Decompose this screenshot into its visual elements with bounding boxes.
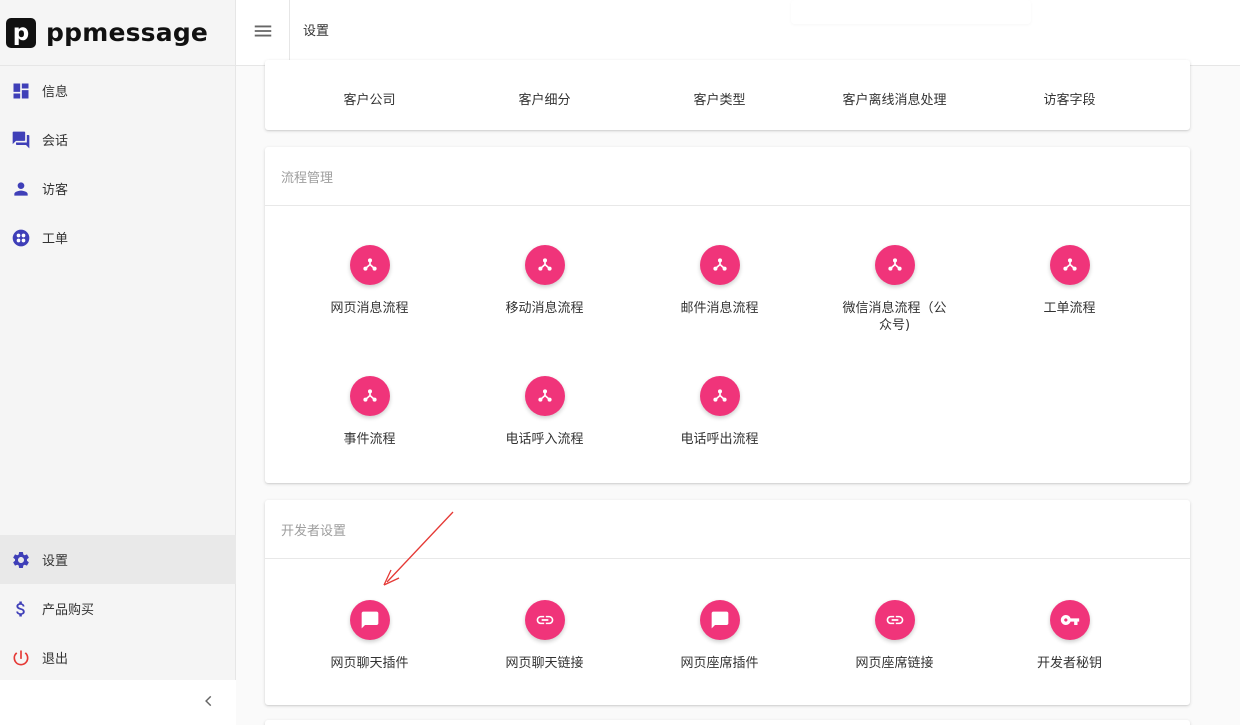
sidebar-item-visitors[interactable]: 访客 bbox=[0, 164, 236, 213]
logo-mark: p bbox=[6, 17, 36, 48]
flow-icon-button bbox=[699, 245, 740, 285]
flow-icon bbox=[887, 258, 902, 271]
sidebar-nav-bottom: 设置 产品购买 退出 bbox=[0, 535, 236, 682]
gear-icon bbox=[10, 549, 32, 571]
flow-item[interactable]: 电话呼出流程 bbox=[632, 376, 807, 448]
flow-icon bbox=[1062, 258, 1077, 271]
card-title: 流程管理 bbox=[265, 147, 1190, 206]
customer-segment-link[interactable]: 客户细分 bbox=[457, 89, 632, 108]
flow-icon bbox=[362, 258, 377, 271]
header-search-area[interactable] bbox=[791, 0, 1031, 24]
header-divider bbox=[289, 0, 290, 66]
flow-icon-button bbox=[699, 376, 740, 416]
flow-icon-button bbox=[1049, 245, 1090, 285]
customer-settings-row: 客户公司 客户细分 客户类型 客户离线消息处理 访客字段 bbox=[265, 75, 1190, 119]
flow-item[interactable]: 事件流程 bbox=[282, 376, 457, 448]
sidebar-item-label: 工单 bbox=[42, 232, 69, 247]
person-icon bbox=[10, 178, 32, 200]
link-icon bbox=[886, 615, 903, 625]
sidebar-item-label: 设置 bbox=[42, 554, 69, 569]
chevron-left-icon bbox=[202, 693, 216, 712]
web-chat-link-item[interactable]: 网页聊天链接 bbox=[457, 600, 632, 672]
logo-text: ppmessage bbox=[46, 18, 209, 47]
dev-item-label: 网页座席插件 bbox=[680, 656, 759, 671]
sidebar-item-workorders[interactable]: 工单 bbox=[0, 213, 236, 262]
flow-item-label: 邮件消息流程 bbox=[680, 301, 759, 316]
workorder-icon bbox=[10, 227, 32, 249]
offline-message-link[interactable]: 客户离线消息处理 bbox=[807, 89, 982, 108]
flow-icon-button bbox=[349, 376, 390, 416]
developer-key-item[interactable]: 开发者秘钥 bbox=[982, 600, 1157, 672]
flow-item[interactable]: 微信消息流程（公众号) bbox=[807, 245, 982, 334]
flow-icon bbox=[712, 389, 727, 402]
sidebar-item-conversations[interactable]: 会话 bbox=[0, 115, 236, 164]
next-settings-card bbox=[265, 720, 1190, 725]
key-icon-button bbox=[1049, 600, 1090, 640]
sidebar-item-label: 信息 bbox=[42, 85, 69, 100]
flow-icon-button bbox=[524, 245, 565, 285]
flow-icon-button bbox=[874, 245, 915, 285]
flow-item[interactable]: 工单流程 bbox=[982, 245, 1157, 317]
sidebar-item-label: 会话 bbox=[42, 134, 69, 149]
flow-icon-button bbox=[524, 376, 565, 416]
customer-type-link[interactable]: 客户类型 bbox=[632, 89, 807, 108]
flow-icon bbox=[362, 389, 377, 402]
customer-settings-card: 客户公司 客户细分 客户类型 客户离线消息处理 访客字段 bbox=[265, 60, 1190, 130]
sidebar-item-messages[interactable]: 信息 bbox=[0, 66, 236, 115]
link-icon bbox=[536, 615, 553, 625]
sidebar-item-label: 访客 bbox=[42, 183, 69, 198]
flow-icon bbox=[712, 258, 727, 271]
link-icon-button bbox=[524, 600, 565, 640]
flow-management-card: 流程管理 网页消息流程 移动消息流程 邮件消息流程 微信消息流程（公众号) 工单… bbox=[265, 147, 1190, 483]
sidebar-item-label: 退出 bbox=[42, 652, 69, 667]
flow-icon-button bbox=[349, 245, 390, 285]
dashboard-icon bbox=[10, 80, 32, 102]
dev-item-label: 网页聊天链接 bbox=[505, 656, 584, 671]
sidebar-item-label: 产品购买 bbox=[42, 603, 95, 618]
web-agent-link-item[interactable]: 网页座席链接 bbox=[807, 600, 982, 672]
dev-item-label: 网页聊天插件 bbox=[330, 656, 409, 671]
flow-item[interactable]: 移动消息流程 bbox=[457, 245, 632, 317]
flow-item-label: 网页消息流程 bbox=[330, 301, 409, 316]
flow-item-label: 微信消息流程（公众号) bbox=[842, 301, 947, 333]
dollar-icon bbox=[10, 598, 32, 620]
developer-settings-card: 开发者设置 网页聊天插件 网页聊天链接 网页座席插件 网页座席链接 开发者秘钥 bbox=[265, 500, 1190, 705]
web-chat-plugin-item[interactable]: 网页聊天插件 bbox=[282, 600, 457, 672]
chat-icon-button bbox=[699, 600, 740, 640]
flow-icon bbox=[537, 258, 552, 271]
dev-item-label: 开发者秘钥 bbox=[1036, 656, 1102, 671]
web-agent-plugin-item[interactable]: 网页座席插件 bbox=[632, 600, 807, 672]
sidebar-item-settings[interactable]: 设置 bbox=[0, 535, 236, 584]
chat-icon bbox=[711, 611, 728, 629]
flow-item-label: 事件流程 bbox=[343, 432, 396, 447]
dev-item-label: 网页座席链接 bbox=[855, 656, 934, 671]
chat-icon-button bbox=[349, 600, 390, 640]
menu-icon bbox=[252, 25, 274, 46]
flow-item-label: 移动消息流程 bbox=[505, 301, 584, 316]
top-header: 设置 bbox=[236, 0, 1240, 66]
flow-icon bbox=[537, 389, 552, 402]
sidebar-nav-top: 信息 会话 访客 工单 bbox=[0, 66, 236, 262]
card-title: 开发者设置 bbox=[265, 500, 1190, 559]
flow-item[interactable]: 电话呼入流程 bbox=[457, 376, 632, 448]
flow-item[interactable]: 网页消息流程 bbox=[282, 245, 457, 317]
key-icon bbox=[1060, 615, 1079, 625]
link-icon-button bbox=[874, 600, 915, 640]
sidebar-item-purchase[interactable]: 产品购买 bbox=[0, 584, 236, 633]
chat-icon bbox=[361, 611, 378, 629]
flow-item-label: 电话呼出流程 bbox=[680, 432, 759, 447]
flow-item[interactable]: 邮件消息流程 bbox=[632, 245, 807, 317]
collapse-sidebar-button[interactable] bbox=[0, 680, 236, 725]
logo[interactable]: p ppmessage bbox=[0, 0, 235, 66]
flow-item-label: 工单流程 bbox=[1043, 301, 1096, 316]
visitor-fields-link[interactable]: 访客字段 bbox=[982, 89, 1157, 108]
power-icon bbox=[10, 647, 32, 669]
flow-item-label: 电话呼入流程 bbox=[505, 432, 584, 447]
forum-icon bbox=[10, 129, 32, 151]
sidebar: p ppmessage 信息 会话 访客 工单 设置 产品购买 退出 bbox=[0, 0, 236, 725]
menu-button[interactable] bbox=[252, 20, 274, 42]
sidebar-item-logout[interactable]: 退出 bbox=[0, 633, 236, 682]
page-title: 设置 bbox=[303, 24, 330, 39]
customer-company-link[interactable]: 客户公司 bbox=[282, 89, 457, 108]
